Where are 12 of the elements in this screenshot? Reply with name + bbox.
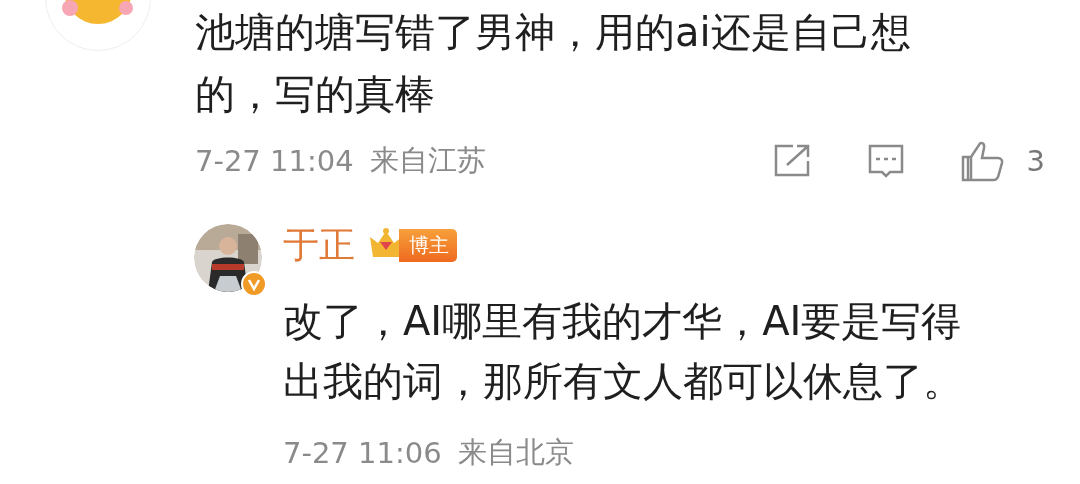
comment-icon[interactable] [866, 143, 905, 179]
reply-time: 7-27 11:06 [283, 436, 442, 470]
share-icon[interactable] [772, 144, 811, 178]
comment-time: 7-27 11:04 [195, 144, 354, 178]
reply-text: 改了，AI哪里有我的才华，AI要是写得出我的词，那所有文人都可以休息了。 [283, 297, 964, 406]
blogger-badge: 博主 [399, 228, 457, 262]
like-count: 3 [1026, 144, 1045, 178]
thumbs-up-icon[interactable] [960, 140, 1005, 182]
reply-location: 来自北京 [457, 434, 574, 471]
author-name[interactable]: 于正 [283, 220, 355, 270]
comment-location: 来自江苏 [369, 142, 486, 179]
comment-text: 池塘的塘写错了男神，用的ai还是自己想的，写的真棒 [195, 8, 912, 119]
